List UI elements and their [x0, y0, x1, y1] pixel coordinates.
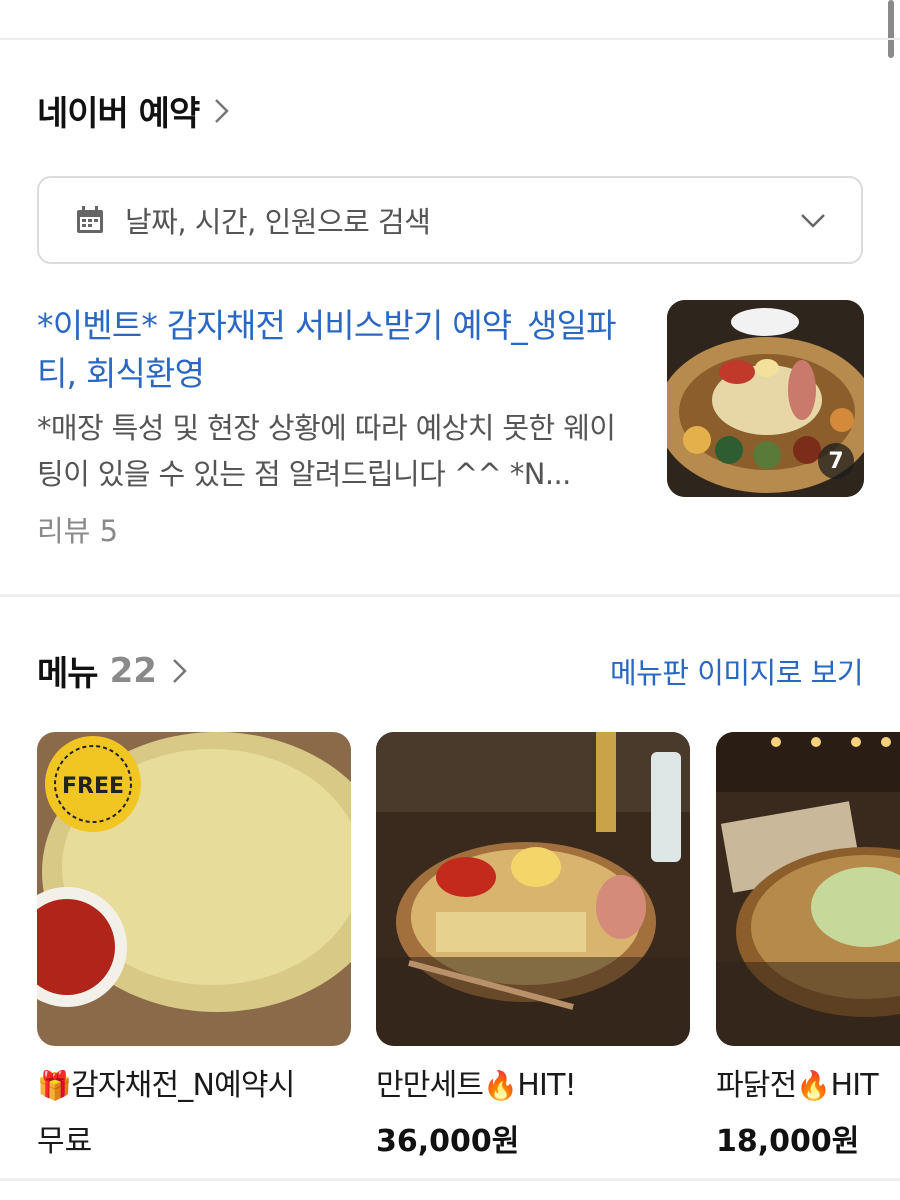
event-description: *매장 특성 및 현장 상황에 따라 예상치 못한 웨이팅이 있을 수 있는 점…	[37, 411, 616, 491]
menu-image	[716, 732, 900, 1046]
menu-title: 메뉴	[37, 654, 99, 694]
review-count[interactable]: 리뷰 5	[37, 508, 118, 550]
reservation-title: 네이버 예약	[37, 94, 200, 134]
menu-item-label: 감자채전_N예약시	[71, 1068, 295, 1103]
menu-card[interactable]: FREE 🎁감자채전_N예약시 무료	[37, 732, 351, 1160]
menu-card[interactable]: 파닭전🔥HIT 18,000원	[716, 732, 900, 1160]
menu-item-price: 무료	[37, 1124, 93, 1159]
gift-icon: 🎁	[37, 1069, 72, 1102]
fire-icon: 🔥	[796, 1069, 831, 1102]
menu-item-name: 🎁감자채전_N예약시	[37, 1066, 351, 1106]
menu-item-label: 만만세트	[376, 1068, 484, 1103]
chevron-right-icon	[215, 98, 230, 123]
menu-image: FREE	[37, 732, 351, 1046]
menu-item-label: 파닭전	[716, 1068, 797, 1103]
section-divider	[0, 594, 900, 597]
photo-count-badge: 7	[818, 443, 854, 479]
event-thumbnail[interactable]: 7	[667, 300, 864, 497]
free-badge-icon: FREE	[45, 736, 141, 832]
menu-item-price: 18,000원	[716, 1124, 860, 1159]
menu-image	[376, 732, 690, 1046]
menu-count: 22	[109, 650, 157, 691]
menu-card[interactable]: 만만세트🔥HIT! 36,000원	[376, 732, 690, 1160]
menu-item-tag: HIT!	[517, 1068, 576, 1103]
chevron-down-icon	[801, 214, 825, 228]
menu-item-name: 파닭전🔥HIT	[716, 1066, 900, 1106]
free-badge-text: FREE	[62, 774, 124, 799]
reservation-header[interactable]: 네이버 예약	[37, 86, 231, 135]
chevron-right-icon	[173, 658, 187, 683]
event-title-link[interactable]: *이벤트* 감자채전 서비스받기 예약_생일파티, 회식환영	[37, 302, 617, 398]
divider	[0, 38, 900, 40]
menu-image-link[interactable]: 메뉴판 이미지로 보기	[610, 650, 864, 692]
calendar-icon	[77, 206, 103, 233]
search-placeholder: 날짜, 시간, 인원으로 검색	[125, 205, 431, 239]
menu-item-price: 36,000원	[376, 1124, 520, 1159]
menu-item-tag: HIT	[830, 1068, 878, 1103]
reservation-search-field[interactable]: 날짜, 시간, 인원으로 검색	[37, 176, 863, 264]
section-divider	[0, 1178, 900, 1181]
scrollbar[interactable]	[888, 0, 894, 58]
menu-header[interactable]: 메뉴 22	[37, 646, 189, 695]
fire-icon: 🔥	[483, 1069, 518, 1102]
menu-item-name: 만만세트🔥HIT!	[376, 1066, 690, 1106]
